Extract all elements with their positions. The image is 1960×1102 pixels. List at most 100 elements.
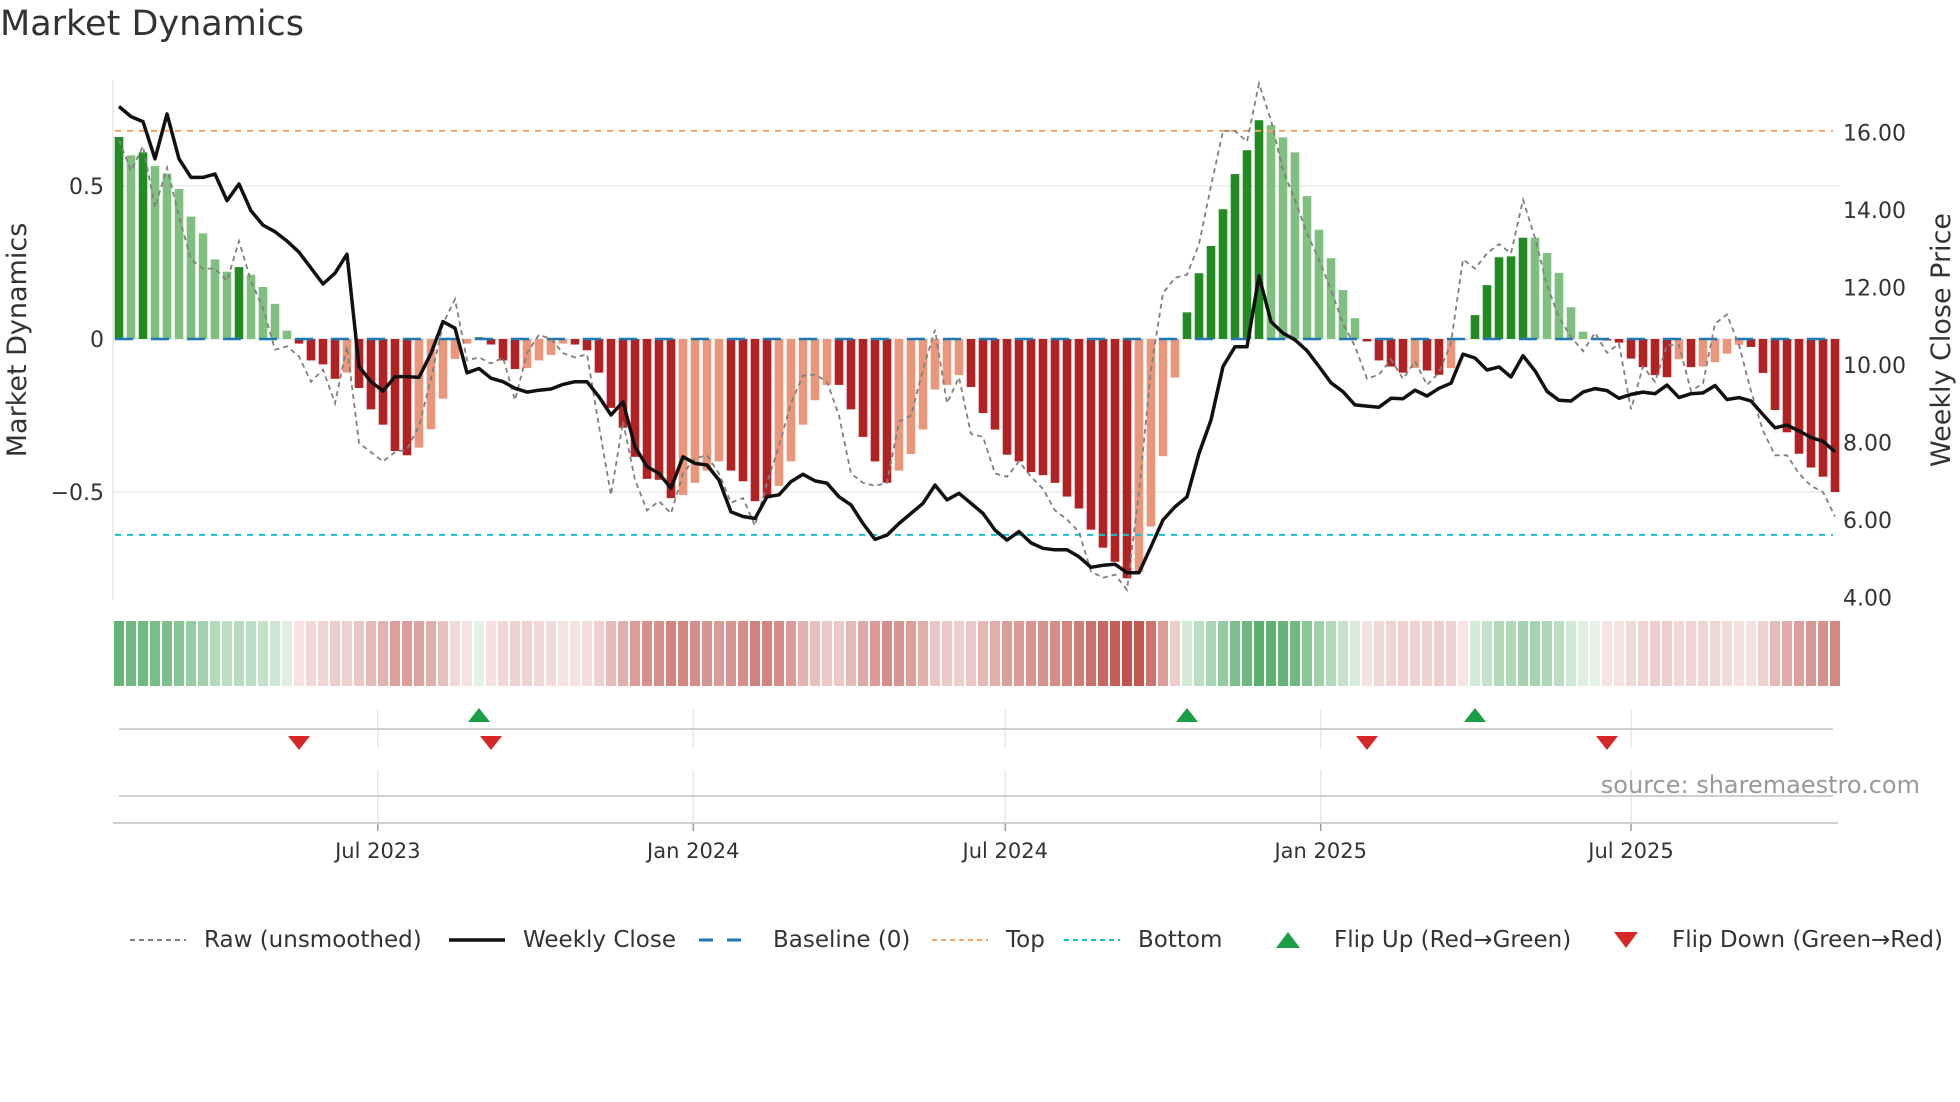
legend-swatch-close: [449, 938, 505, 942]
heatmap-cell: [1410, 621, 1420, 686]
heatmap-cell: [1746, 621, 1756, 686]
bar: [1470, 315, 1480, 339]
bar: [1338, 290, 1348, 339]
y-tick-label-right: 6.00: [1843, 509, 1892, 534]
heatmap-cell: [882, 621, 892, 686]
bar: [1422, 339, 1432, 371]
heatmap-cell: [330, 621, 340, 686]
bar: [570, 339, 580, 345]
bar: [582, 339, 592, 351]
legend-label: Raw (unsmoothed): [204, 927, 422, 953]
heatmap-cell: [450, 621, 460, 686]
heatmap-cell: [858, 621, 868, 686]
flip-down-marker: [1356, 736, 1378, 750]
bar: [150, 166, 160, 339]
heatmap-cell: [162, 621, 172, 686]
heatmap-cell: [1350, 621, 1360, 686]
bar: [858, 339, 868, 437]
heatmap-cell: [978, 621, 988, 686]
bar: [1170, 339, 1180, 378]
bar: [1626, 339, 1636, 359]
y-tick-label-right: 4.00: [1843, 587, 1892, 612]
y-tick-label-right: 16.00: [1843, 122, 1906, 147]
bar: [906, 339, 916, 455]
heatmap-cell: [498, 621, 508, 686]
bar: [1578, 331, 1588, 339]
heatmap-cell: [1458, 621, 1468, 686]
bar: [726, 339, 736, 471]
heatmap-cell: [810, 621, 820, 686]
y-tick-label-right: 8.00: [1843, 432, 1892, 457]
legend-label: Bottom: [1138, 927, 1223, 953]
bar: [1506, 256, 1516, 339]
heatmap-cell: [1242, 621, 1252, 686]
legend-item-close: Weekly Close: [447, 922, 676, 958]
heatmap-cell: [690, 621, 700, 686]
bar: [258, 286, 268, 339]
heatmap-cell: [1686, 621, 1696, 686]
heatmap-cell: [1542, 621, 1552, 686]
heatmap-cell: [1518, 621, 1528, 686]
heatmap-cell: [234, 621, 244, 686]
bar: [1434, 339, 1444, 375]
heatmap-cell: [1122, 621, 1132, 686]
heatmap-cell: [1014, 621, 1024, 686]
heatmap-cell: [1074, 621, 1084, 686]
bar: [510, 339, 520, 369]
bar: [390, 339, 400, 451]
heatmap-cell: [870, 621, 880, 686]
heatmap-cell: [618, 621, 628, 686]
heatmap-cell: [1098, 621, 1108, 686]
bar: [642, 339, 652, 479]
heatmap-cell: [990, 621, 1000, 686]
heatmap-cell: [1698, 621, 1708, 686]
heatmap-cell: [1302, 621, 1312, 686]
bar: [1134, 339, 1144, 572]
legend-label: Baseline (0): [773, 927, 911, 953]
heatmap-cell: [786, 621, 796, 686]
heatmap-cell: [822, 621, 832, 686]
heatmap-cell: [174, 621, 184, 686]
heatmap-cell: [186, 621, 196, 686]
heatmap-cell: [1038, 621, 1048, 686]
bar: [246, 274, 256, 339]
heatmap-cell: [1134, 621, 1144, 686]
heatmap-cell: [666, 621, 676, 686]
bar: [678, 339, 688, 496]
heatmap-cell: [966, 621, 976, 686]
bar: [1326, 258, 1336, 339]
bar: [1698, 339, 1708, 367]
heatmap-cell: [798, 621, 808, 686]
bar: [330, 339, 340, 379]
heatmap-cell: [1026, 621, 1036, 686]
heatmap-cell: [522, 621, 532, 686]
bar: [1554, 272, 1564, 339]
bar: [1770, 339, 1780, 410]
bar: [1818, 339, 1828, 477]
bar: [1650, 339, 1660, 376]
heatmap-cell: [1530, 621, 1540, 686]
bar: [714, 339, 724, 462]
bar: [1014, 339, 1024, 462]
heatmap-cell: [462, 621, 472, 686]
bar: [1638, 339, 1648, 368]
heatmap-cell: [438, 621, 448, 686]
bar: [498, 339, 508, 361]
heatmap-cell: [642, 621, 652, 686]
heatmap-cell: [318, 621, 328, 686]
bar: [1830, 339, 1840, 492]
y-axis-label-right: Weekly Close Price: [1926, 213, 1957, 467]
bar: [954, 339, 964, 376]
heatmap-cell: [1002, 621, 1012, 686]
heatmap-cell: [1818, 621, 1828, 686]
raw-unsmoothed-line: [118, 80, 1836, 593]
heatmap-cell: [1338, 621, 1348, 686]
legend-label: Weekly Close: [523, 927, 676, 953]
heatmap-cell: [1230, 621, 1240, 686]
bar: [1050, 339, 1060, 483]
heatmap-cell: [894, 621, 904, 686]
heatmap-cell: [1494, 621, 1504, 686]
bar: [1038, 339, 1048, 476]
heatmap-cell: [630, 621, 640, 686]
source-note: source: sharemaestro.com: [1601, 771, 1920, 799]
